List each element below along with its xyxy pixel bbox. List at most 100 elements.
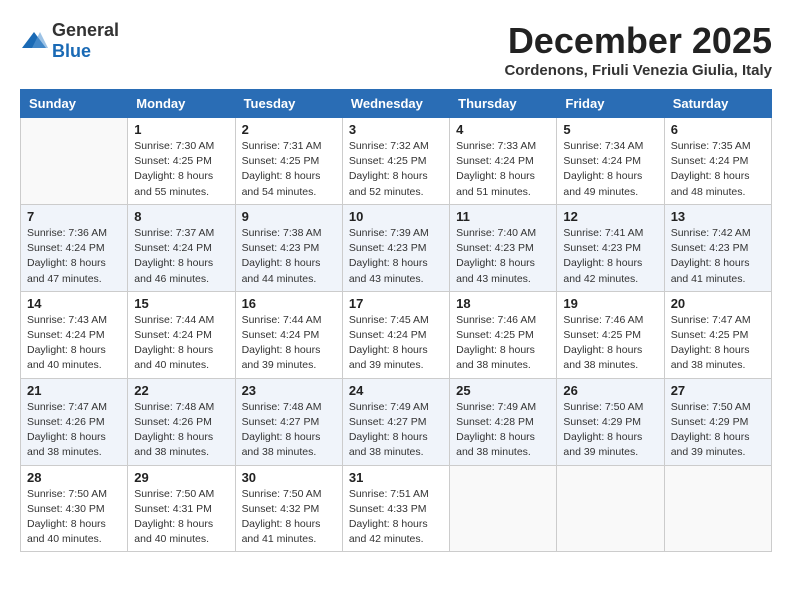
day-info: Sunrise: 7:41 AMSunset: 4:23 PMDaylight:… — [563, 226, 657, 287]
day-number: 31 — [349, 470, 443, 485]
day-number: 27 — [671, 383, 765, 398]
day-info: Sunrise: 7:30 AMSunset: 4:25 PMDaylight:… — [134, 139, 228, 200]
day-info: Sunrise: 7:37 AMSunset: 4:24 PMDaylight:… — [134, 226, 228, 287]
day-number: 4 — [456, 122, 550, 137]
calendar-cell: 25 Sunrise: 7:49 AMSunset: 4:28 PMDayligh… — [450, 378, 557, 465]
day-number: 6 — [671, 122, 765, 137]
day-number: 22 — [134, 383, 228, 398]
calendar-cell: 23Sunrise: 7:48 AMSunset: 4:27 PMDayligh… — [235, 378, 342, 465]
day-info: Sunrise: 7:46 AMSunset: 4:25 PMDaylight:… — [456, 313, 550, 374]
calendar-cell: 31 Sunrise: 7:51 AMSunset: 4:33 PMDayligh… — [342, 465, 449, 552]
day-number: 25 — [456, 383, 550, 398]
calendar-cell: 12Sunrise: 7:41 AMSunset: 4:23 PMDayligh… — [557, 204, 664, 291]
weekday-header-wednesday: Wednesday — [342, 90, 449, 118]
calendar-cell: 9Sunrise: 7:38 AMSunset: 4:23 PMDaylight… — [235, 204, 342, 291]
calendar-cell: 4 Sunrise: 7:33 AMSunset: 4:24 PMDaylight… — [450, 118, 557, 205]
day-number: 1 — [134, 122, 228, 137]
day-info: Sunrise: 7:39 AMSunset: 4:23 PMDaylight:… — [349, 226, 443, 287]
weekday-header-tuesday: Tuesday — [235, 90, 342, 118]
calendar-cell: 14 Sunrise: 7:43 AMSunset: 4:24 PMDayligh… — [21, 291, 128, 378]
day-number: 11 — [456, 209, 550, 224]
day-number: 3 — [349, 122, 443, 137]
day-info: Sunrise: 7:32 AMSunset: 4:25 PMDaylight:… — [349, 139, 443, 200]
day-info: Sunrise: 7:46 AMSunset: 4:25 PMDaylight:… — [563, 313, 657, 374]
calendar-cell: 20Sunrise: 7:47 AMSunset: 4:25 PMDayligh… — [664, 291, 771, 378]
weekday-header-row: SundayMondayTuesdayWednesdayThursdayFrid… — [21, 90, 772, 118]
day-number: 17 — [349, 296, 443, 311]
day-number: 30 — [242, 470, 336, 485]
day-number: 15 — [134, 296, 228, 311]
day-info: Sunrise: 7:34 AMSunset: 4:24 PMDaylight:… — [563, 139, 657, 200]
day-number: 23 — [242, 383, 336, 398]
week-row-2: 7Sunrise: 7:36 AMSunset: 4:24 PMDaylight… — [21, 204, 772, 291]
calendar-cell: 11 Sunrise: 7:40 AMSunset: 4:23 PMDayligh… — [450, 204, 557, 291]
day-number: 16 — [242, 296, 336, 311]
weekday-header-saturday: Saturday — [664, 90, 771, 118]
week-row-1: 1 Sunrise: 7:30 AMSunset: 4:25 PMDaylight… — [21, 118, 772, 205]
day-info: Sunrise: 7:44 AMSunset: 4:24 PMDaylight:… — [242, 313, 336, 374]
weekday-header-thursday: Thursday — [450, 90, 557, 118]
day-info: Sunrise: 7:42 AMSunset: 4:23 PMDaylight:… — [671, 226, 765, 287]
calendar-cell: 18 Sunrise: 7:46 AMSunset: 4:25 PMDayligh… — [450, 291, 557, 378]
calendar-cell — [450, 465, 557, 552]
day-number: 28 — [27, 470, 121, 485]
day-info: Sunrise: 7:47 AMSunset: 4:26 PMDaylight:… — [27, 400, 121, 461]
calendar-cell — [557, 465, 664, 552]
calendar-cell — [21, 118, 128, 205]
day-info: Sunrise: 7:47 AMSunset: 4:25 PMDaylight:… — [671, 313, 765, 374]
calendar-cell: 19 Sunrise: 7:46 AMSunset: 4:25 PMDayligh… — [557, 291, 664, 378]
calendar-cell: 17 Sunrise: 7:45 AMSunset: 4:24 PMDayligh… — [342, 291, 449, 378]
day-info: Sunrise: 7:50 AMSunset: 4:32 PMDaylight:… — [242, 487, 336, 548]
calendar-cell: 1 Sunrise: 7:30 AMSunset: 4:25 PMDaylight… — [128, 118, 235, 205]
day-number: 18 — [456, 296, 550, 311]
calendar-cell: 28 Sunrise: 7:50 AMSunset: 4:30 PMDayligh… — [21, 465, 128, 552]
day-number: 26 — [563, 383, 657, 398]
calendar-cell: 16 Sunrise: 7:44 AMSunset: 4:24 PMDayligh… — [235, 291, 342, 378]
logo-blue: Blue — [52, 41, 91, 61]
logo-general: General — [52, 20, 119, 40]
weekday-header-monday: Monday — [128, 90, 235, 118]
weekday-header-friday: Friday — [557, 90, 664, 118]
day-info: Sunrise: 7:33 AMSunset: 4:24 PMDaylight:… — [456, 139, 550, 200]
day-info: Sunrise: 7:43 AMSunset: 4:24 PMDaylight:… — [27, 313, 121, 374]
calendar: SundayMondayTuesdayWednesdayThursdayFrid… — [20, 89, 772, 552]
day-number: 5 — [563, 122, 657, 137]
day-number: 10 — [349, 209, 443, 224]
day-info: Sunrise: 7:40 AMSunset: 4:23 PMDaylight:… — [456, 226, 550, 287]
day-info: Sunrise: 7:51 AMSunset: 4:33 PMDaylight:… — [349, 487, 443, 548]
month-title: December 2025 — [504, 20, 772, 62]
day-number: 7 — [27, 209, 121, 224]
location-title: Cordenons, Friuli Venezia Giulia, Italy — [504, 62, 772, 79]
calendar-cell: 21Sunrise: 7:47 AMSunset: 4:26 PMDayligh… — [21, 378, 128, 465]
day-info: Sunrise: 7:48 AMSunset: 4:26 PMDaylight:… — [134, 400, 228, 461]
calendar-cell: 5 Sunrise: 7:34 AMSunset: 4:24 PMDaylight… — [557, 118, 664, 205]
calendar-cell: 30 Sunrise: 7:50 AMSunset: 4:32 PMDayligh… — [235, 465, 342, 552]
day-number: 2 — [242, 122, 336, 137]
day-info: Sunrise: 7:35 AMSunset: 4:24 PMDaylight:… — [671, 139, 765, 200]
calendar-cell: 10 Sunrise: 7:39 AMSunset: 4:23 PMDayligh… — [342, 204, 449, 291]
week-row-3: 14 Sunrise: 7:43 AMSunset: 4:24 PMDayligh… — [21, 291, 772, 378]
calendar-cell: 22 Sunrise: 7:48 AMSunset: 4:26 PMDayligh… — [128, 378, 235, 465]
logo-text: General Blue — [52, 20, 119, 62]
calendar-cell: 7Sunrise: 7:36 AMSunset: 4:24 PMDaylight… — [21, 204, 128, 291]
day-info: Sunrise: 7:49 AMSunset: 4:27 PMDaylight:… — [349, 400, 443, 461]
day-number: 14 — [27, 296, 121, 311]
day-info: Sunrise: 7:50 AMSunset: 4:31 PMDaylight:… — [134, 487, 228, 548]
day-info: Sunrise: 7:50 AMSunset: 4:30 PMDaylight:… — [27, 487, 121, 548]
day-info: Sunrise: 7:38 AMSunset: 4:23 PMDaylight:… — [242, 226, 336, 287]
day-number: 24 — [349, 383, 443, 398]
calendar-cell: 13Sunrise: 7:42 AMSunset: 4:23 PMDayligh… — [664, 204, 771, 291]
calendar-cell: 29Sunrise: 7:50 AMSunset: 4:31 PMDayligh… — [128, 465, 235, 552]
calendar-cell — [664, 465, 771, 552]
day-info: Sunrise: 7:45 AMSunset: 4:24 PMDaylight:… — [349, 313, 443, 374]
calendar-cell: 15Sunrise: 7:44 AMSunset: 4:24 PMDayligh… — [128, 291, 235, 378]
calendar-cell: 27Sunrise: 7:50 AMSunset: 4:29 PMDayligh… — [664, 378, 771, 465]
header: General Blue December 2025 Cordenons, Fr… — [20, 20, 772, 79]
week-row-5: 28 Sunrise: 7:50 AMSunset: 4:30 PMDayligh… — [21, 465, 772, 552]
logo-icon — [20, 30, 48, 52]
calendar-cell: 3 Sunrise: 7:32 AMSunset: 4:25 PMDaylight… — [342, 118, 449, 205]
day-number: 19 — [563, 296, 657, 311]
week-row-4: 21Sunrise: 7:47 AMSunset: 4:26 PMDayligh… — [21, 378, 772, 465]
logo: General Blue — [20, 20, 119, 62]
day-info: Sunrise: 7:49 AMSunset: 4:28 PMDaylight:… — [456, 400, 550, 461]
